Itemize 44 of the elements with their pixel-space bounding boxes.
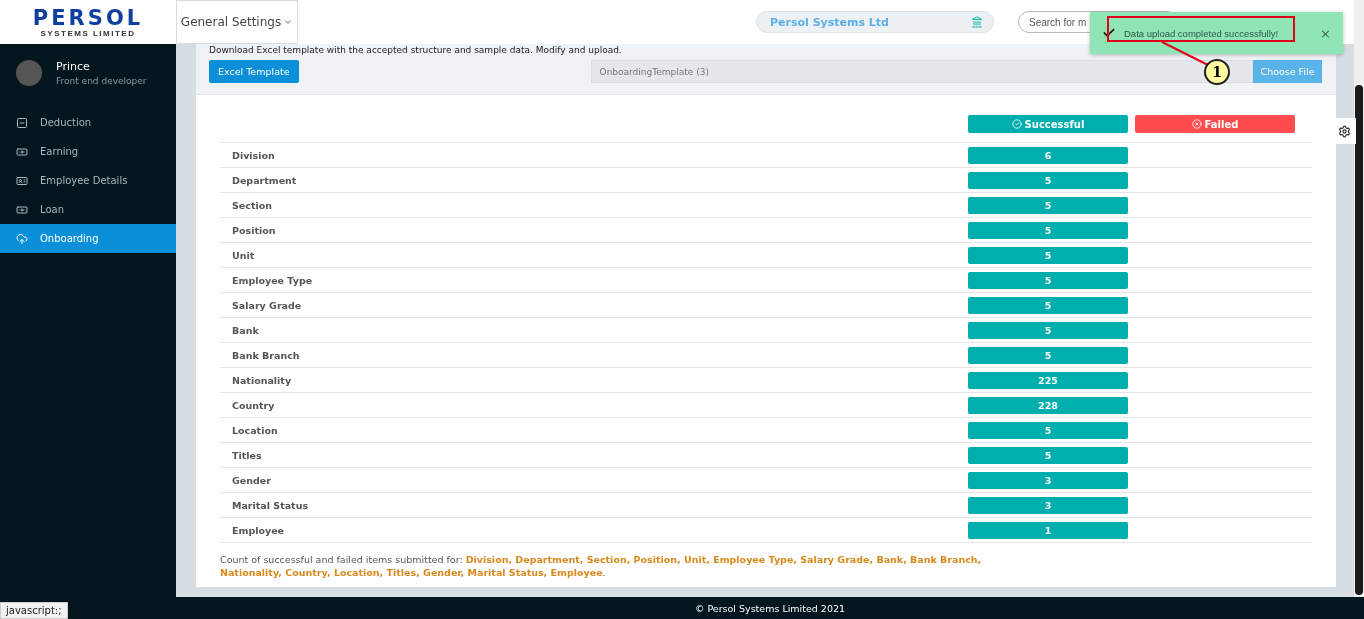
toast-message: Data upload completed successfully!	[1124, 27, 1280, 39]
success-count: 5	[968, 271, 1128, 289]
row-label: Gender	[231, 474, 272, 486]
row-label: Bank	[231, 324, 260, 336]
success-count: 5	[968, 171, 1128, 189]
success-count: 5	[968, 321, 1128, 339]
success-count: 225	[968, 371, 1128, 389]
copyright: © Persol Systems Limited 2021	[694, 602, 846, 614]
success-count: 3	[968, 496, 1128, 514]
summary-note: Count of successful and failed items submitted for: Division, Department, Section, Position, Unit, Employee Type, Salary Grade, Bank, Bank Branch, Nationality, Country, Location, Titles, Gender, Marital Status, Employee.	[220, 553, 983, 579]
status-url: javascript:;	[0, 602, 68, 619]
row-label: Country	[231, 399, 276, 411]
success-count: 228	[968, 396, 1128, 414]
row-label: Bank Branch	[231, 349, 301, 361]
upload-hint: Download Excel template with the accepted structure and sample data. Modify and upload.	[209, 45, 623, 55]
row-label: Division	[231, 149, 276, 161]
logo-name: PERSOL	[32, 6, 144, 29]
success-count: 3	[968, 471, 1128, 489]
success-count: 5	[968, 196, 1128, 214]
company-name: Persol Systems Ltd	[770, 15, 889, 29]
row-label: Nationality	[231, 374, 293, 386]
success-count: 5	[968, 246, 1128, 264]
row-label: Unit	[231, 249, 256, 261]
success-count: 1	[968, 521, 1128, 539]
row-label: Location	[231, 424, 279, 436]
row-label: Marital Status	[231, 499, 310, 511]
user-name: Prince	[56, 60, 91, 73]
success-count: 5	[968, 296, 1128, 314]
successful-header: Successful	[968, 115, 1128, 133]
success-count: 5	[968, 446, 1128, 464]
user-role: Front end developer	[56, 76, 147, 86]
row-label: Employee	[231, 524, 286, 536]
success-count: 5	[968, 421, 1128, 439]
row-label: Position	[231, 224, 277, 236]
success-count: 5	[968, 346, 1128, 364]
row-label: Salary Grade	[231, 299, 303, 311]
success-count: 5	[968, 221, 1128, 239]
row-label: Employee Type	[231, 274, 314, 286]
row-label: Department	[231, 174, 298, 186]
row-label: Section	[231, 199, 273, 211]
logo-tagline: SYSTEMS LIMITED	[40, 28, 136, 38]
row-label: Titles	[231, 449, 263, 461]
failed-header: Failed	[1135, 115, 1295, 133]
success-count: 6	[968, 146, 1128, 164]
